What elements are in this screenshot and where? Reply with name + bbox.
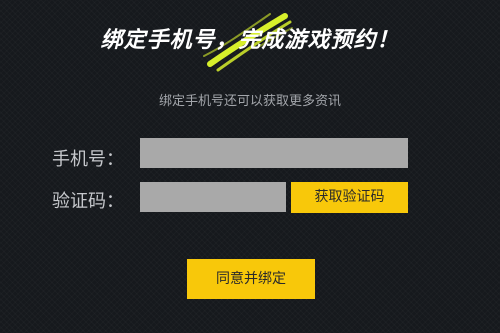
dialog-title: 绑定手机号，完成游戏预约！ <box>100 28 400 53</box>
phone-input[interactable] <box>140 138 408 168</box>
verification-code-label: 验证码： <box>52 191 124 212</box>
verification-code-input[interactable] <box>140 182 286 212</box>
phone-label: 手机号： <box>52 149 124 170</box>
bind-phone-dialog: 绑定手机号，完成游戏预约！ 绑定手机号还可以获取更多资讯 手机号： 验证码： 获… <box>0 0 500 333</box>
agree-and-bind-button[interactable]: 同意并绑定 <box>187 259 315 299</box>
get-verification-code-button[interactable]: 获取验证码 <box>291 182 408 213</box>
dialog-subtitle: 绑定手机号还可以获取更多资讯 <box>158 94 341 109</box>
dialog-header: 绑定手机号，完成游戏预约！ <box>0 0 500 80</box>
